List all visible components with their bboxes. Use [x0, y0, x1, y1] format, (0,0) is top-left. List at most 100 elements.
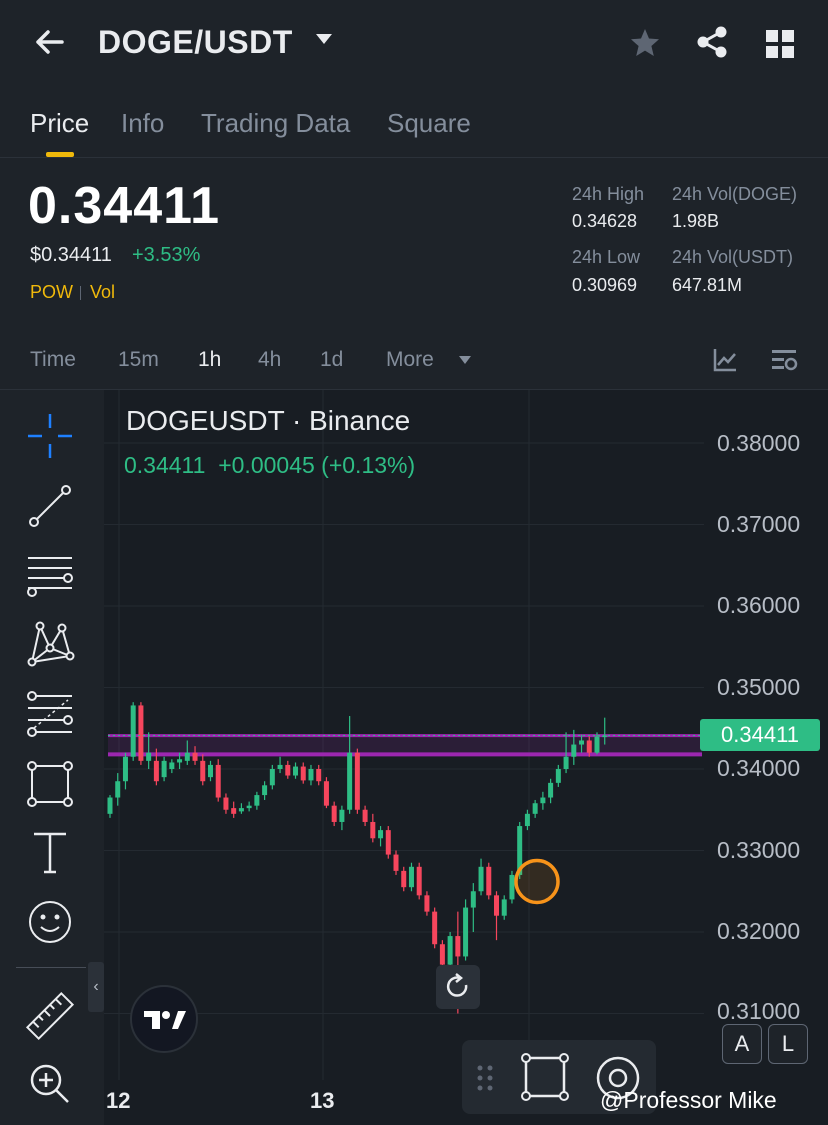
- candle-body: [548, 782, 554, 798]
- fib-icon[interactable]: [24, 688, 76, 740]
- tab-info[interactable]: Info: [121, 108, 164, 139]
- usd-price: $0.34411: [30, 244, 112, 266]
- candle-body: [293, 766, 299, 776]
- candle-body: [347, 752, 353, 810]
- current-price-tag: 0.34411: [700, 719, 820, 751]
- refresh-icon: [446, 973, 468, 997]
- ruler-icon[interactable]: [24, 990, 76, 1042]
- tradingview-logo-mark: [144, 1011, 186, 1029]
- candle-body: [579, 740, 585, 745]
- x-tick-label: 13: [310, 1088, 335, 1113]
- vol-doge-label: 24h Vol(DOGE): [672, 184, 798, 204]
- indicator-icon[interactable]: [712, 347, 738, 373]
- candle-body: [254, 795, 260, 806]
- trend-line-icon[interactable]: [24, 480, 76, 532]
- candle-body: [161, 760, 167, 778]
- candle-body: [285, 764, 291, 776]
- caret-down-icon[interactable]: [316, 34, 332, 44]
- divider: [0, 157, 828, 158]
- candle-body: [246, 805, 252, 809]
- last-price: 0.34411: [28, 177, 221, 235]
- log-scale-button[interactable]: L: [768, 1024, 808, 1064]
- candle-body: [393, 854, 399, 871]
- text-tool-icon[interactable]: [24, 826, 76, 878]
- candle-body: [470, 891, 476, 908]
- candle-body: [308, 769, 314, 781]
- candle-body: [385, 830, 391, 855]
- candle-body: [463, 907, 469, 957]
- highlight-circle: [514, 858, 560, 905]
- back-arrow-icon[interactable]: [30, 22, 70, 62]
- candle-body: [231, 808, 237, 814]
- interval-more[interactable]: More: [386, 348, 434, 372]
- candle-body: [555, 769, 561, 783]
- change-percent: +3.53%: [132, 244, 201, 266]
- tab-price[interactable]: Price: [30, 108, 89, 139]
- candle-body: [300, 766, 306, 781]
- interval-1h[interactable]: 1h: [198, 348, 221, 372]
- candle-body: [323, 781, 329, 806]
- emoji-icon[interactable]: [24, 896, 76, 948]
- auto-scale-button[interactable]: A: [722, 1024, 762, 1064]
- candle-body: [316, 769, 322, 782]
- tab-trading-data[interactable]: Trading Data: [201, 108, 350, 139]
- candle-body: [192, 752, 198, 761]
- y-tick-label: 0.38000: [717, 430, 801, 456]
- interval-4h[interactable]: 4h: [258, 348, 281, 372]
- candle-body: [378, 830, 384, 839]
- y-tick-label: 0.33000: [717, 837, 801, 863]
- collapse-toolbar-button[interactable]: ‹: [88, 962, 104, 1012]
- pattern-icon[interactable]: [24, 618, 76, 670]
- candle-body: [509, 874, 515, 900]
- grid-icon[interactable]: [764, 28, 796, 60]
- tradingview-logo[interactable]: [130, 985, 198, 1053]
- candle-body: [184, 752, 190, 761]
- horizontal-lines-icon[interactable]: [24, 550, 76, 602]
- chart-settings-icon[interactable]: [770, 347, 798, 373]
- candle-body: [486, 866, 492, 896]
- candle-body: [115, 781, 121, 798]
- tag-vol[interactable]: Vol: [90, 282, 115, 303]
- candle-body: [362, 809, 368, 822]
- candle-body: [455, 936, 461, 957]
- interval-1d[interactable]: 1d: [320, 348, 343, 372]
- candle-body: [238, 808, 244, 812]
- candle-body: [494, 895, 499, 916]
- pair-title[interactable]: DOGE/USDT: [98, 24, 293, 61]
- y-tick-label: 0.31000: [717, 998, 801, 1024]
- share-icon[interactable]: [694, 24, 730, 60]
- candle-body: [269, 769, 275, 786]
- candle-body: [563, 756, 569, 769]
- candle-body: [223, 797, 229, 810]
- tab-square[interactable]: Square: [387, 108, 471, 139]
- interval-15m[interactable]: 15m: [118, 348, 159, 372]
- candle-body: [501, 899, 507, 916]
- vol-usdt-value: 647.81M: [672, 275, 743, 295]
- y-tick-label: 0.35000: [717, 674, 801, 700]
- zoom-in-icon[interactable]: [24, 1058, 76, 1110]
- candle-body: [207, 764, 213, 778]
- candle-body: [401, 870, 407, 888]
- candle-body: [532, 803, 538, 814]
- low-label: 24h Low: [572, 247, 641, 267]
- candle-body: [478, 866, 484, 892]
- candle-body: [432, 911, 438, 945]
- tag-pow[interactable]: POW: [30, 282, 73, 303]
- interval-time[interactable]: Time: [30, 348, 76, 372]
- candle-body: [215, 764, 221, 798]
- vol-doge-value: 1.98B: [672, 211, 720, 231]
- drag-handle-icon[interactable]: [474, 1062, 496, 1094]
- candle-body: [586, 740, 592, 753]
- candle-body: [447, 936, 453, 965]
- crosshair-icon[interactable]: [24, 410, 76, 462]
- star-icon[interactable]: [628, 26, 662, 60]
- rectangle-select-icon[interactable]: [520, 1052, 570, 1102]
- candle-body: [424, 895, 430, 912]
- candle-body: [408, 866, 414, 888]
- y-tick-label: 0.36000: [717, 592, 801, 618]
- candle-body: [524, 813, 530, 827]
- candle-body: [153, 760, 159, 782]
- caret-down-icon[interactable]: [459, 356, 471, 364]
- rectangle-icon[interactable]: [24, 758, 76, 810]
- reset-chart-button[interactable]: [436, 965, 480, 1009]
